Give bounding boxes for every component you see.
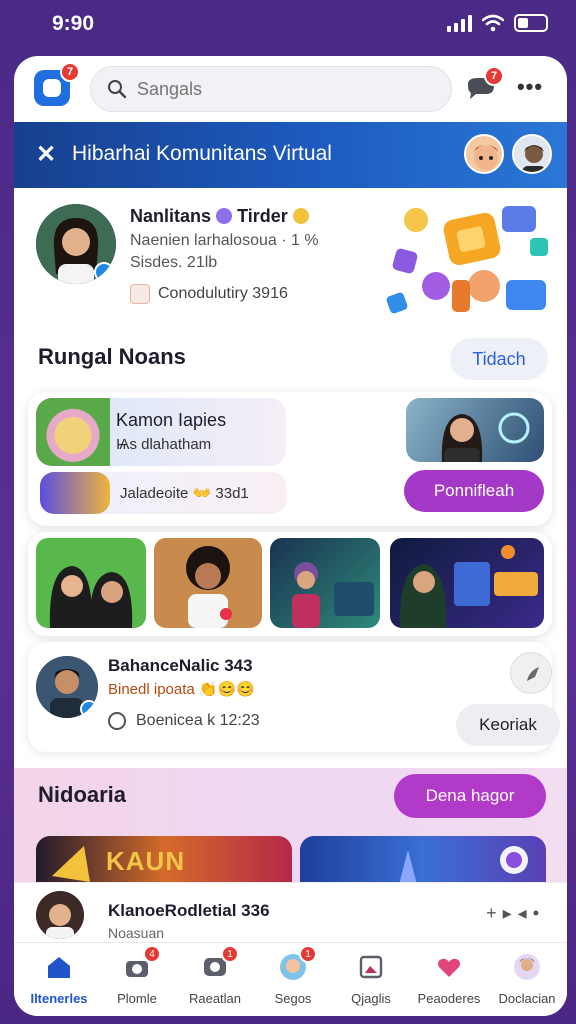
gallery-item[interactable]: [270, 538, 380, 628]
app-window: 7 7 ••• ✕ Hibarhai Komunitans Virtual Na…: [14, 56, 567, 1016]
join-room-button[interactable]: Ponnifleah: [404, 470, 544, 512]
person-photo-icon: [186, 546, 232, 628]
heart-icon: [435, 953, 463, 981]
member-avatar[interactable]: [464, 134, 504, 174]
nav-item-live[interactable]: 1 Raeatlan: [175, 945, 255, 1006]
profile-subtitle: Naenien larhalosoua · 1 %: [130, 232, 319, 249]
gallery-icon: [357, 953, 385, 981]
rooms-panel: Kamon Iapies Ѩs dlahatham Jaladeoite 👐 3…: [28, 392, 552, 526]
online-status-icon: [80, 700, 98, 718]
wifi-icon: [482, 14, 504, 32]
nav-item-camera[interactable]: 4 Plomle: [97, 945, 177, 1006]
search-bar[interactable]: [90, 66, 452, 112]
add-icon[interactable]: +: [486, 903, 503, 923]
status-time: 9:90: [52, 12, 95, 35]
room-thumbnail: [40, 472, 110, 514]
search-input[interactable]: [137, 78, 427, 100]
home-icon: [45, 953, 73, 981]
promo-title: Nidoaria: [38, 782, 127, 807]
person-avatar-icon: [36, 891, 84, 939]
person-photo-icon: [292, 562, 374, 628]
app-logo-button[interactable]: 7: [34, 62, 80, 106]
activity-card[interactable]: BahanceNalic 343 Binedl ipoata 👏😊😊 Boeni…: [28, 642, 560, 752]
friends-photo-icon: [49, 566, 133, 628]
see-all-button[interactable]: Tidach: [450, 338, 548, 380]
nav-badge: 1: [299, 945, 317, 963]
emoji-icon: [292, 208, 309, 224]
rooms-section-title: Rungal Noans: [38, 344, 186, 369]
community-tag: Conodulutiry 3916: [130, 284, 288, 304]
profile-name: Nanlitans Tirder: [130, 206, 309, 227]
activity-title: BahanceNalic 343: [108, 656, 253, 675]
activity-avatar[interactable]: [36, 656, 98, 718]
camera-icon: 4: [123, 945, 161, 981]
battery-icon: [514, 14, 548, 32]
avatar-icon: 1: [279, 945, 317, 981]
mascot-thumbnail: [36, 398, 110, 466]
gallery-item[interactable]: [390, 538, 544, 628]
gift-icon: [130, 284, 150, 304]
status-bar: 9:90: [0, 0, 576, 50]
profile-card[interactable]: Nanlitans Tirder Naenien larhalosoua · 1…: [14, 188, 567, 338]
now-playing-actions[interactable]: +▸◂•: [486, 903, 545, 924]
nav-badge: 1: [221, 945, 239, 963]
search-icon: [108, 80, 127, 99]
signal-icon: [447, 14, 472, 32]
person-video-icon: [441, 412, 530, 462]
room-card[interactable]: Kamon Iapies Ѩs dlahatham: [36, 398, 286, 466]
messages-badge: 7: [484, 66, 504, 86]
activity-time: Boenicea k 12:23: [108, 712, 260, 730]
nav-item-favorites[interactable]: Peaoderes: [409, 953, 489, 1006]
online-status-icon: [94, 262, 114, 282]
crossed-tools-icon: ✕: [36, 141, 57, 168]
messages-button[interactable]: 7: [464, 66, 504, 104]
nav-item-home[interactable]: Iltenerles: [19, 953, 99, 1006]
forward-icon[interactable]: ▸◂: [503, 903, 533, 923]
room-title: Kamon Iapies: [116, 410, 227, 430]
floating-icons-illustration: [386, 206, 548, 314]
activity-subtitle: Binedl ipoata 👏😊😊: [108, 681, 255, 698]
now-playing-subtitle: Noasuan: [108, 925, 165, 941]
cartoon-avatar-icon: [474, 145, 498, 170]
now-playing-title: KlanoeRodletial 336: [108, 901, 270, 920]
activity-action-button[interactable]: Keoriak: [456, 704, 560, 746]
nav-item-gallery[interactable]: Qjaglis: [331, 953, 411, 1006]
play-button[interactable]: [510, 652, 552, 694]
profile-avatar[interactable]: [36, 204, 116, 284]
more-options-button[interactable]: •••: [514, 74, 546, 104]
verified-icon: [216, 208, 233, 224]
app-logo-icon: [43, 79, 61, 97]
media-gallery: [28, 532, 552, 636]
promo-banner-text: KAUN: [106, 846, 186, 876]
top-bar: 7 7 •••: [14, 56, 567, 122]
notification-badge: 7: [60, 62, 80, 82]
room-subtitle: Ѩs dlahatham: [116, 436, 212, 453]
community-banner[interactable]: ✕ Hibarhai Komunitans Virtual: [14, 122, 567, 188]
now-playing-card[interactable]: KlanoeRodletial 336 Noasuan +▸◂•: [14, 882, 567, 942]
profile-stats: Sisdes. 21lb: [130, 254, 218, 271]
room-card-secondary[interactable]: Jaladeoite 👐 33d1: [40, 472, 286, 514]
nav-badge: 4: [143, 945, 161, 963]
status-icons: [447, 14, 548, 32]
person-avatar-icon: [522, 145, 546, 172]
now-playing-avatar[interactable]: [36, 891, 84, 939]
clock-icon: [108, 712, 126, 730]
gallery-item[interactable]: [36, 538, 146, 628]
room-meta: Jaladeoite 👐 33d1: [120, 485, 249, 502]
banner-title: Hibarhai Komunitans Virtual: [72, 142, 332, 165]
more-icon[interactable]: •: [533, 903, 545, 923]
stream-thumbnail-icon: [399, 545, 538, 628]
promo-button[interactable]: Dena hagor: [394, 774, 546, 818]
nav-item-account[interactable]: Doclacian: [487, 953, 567, 1006]
play-icon: [527, 667, 539, 681]
gallery-item[interactable]: [154, 538, 262, 628]
live-icon: 1: [201, 945, 239, 981]
member-avatar[interactable]: [512, 134, 552, 174]
nav-item-profile[interactable]: 1 Segos: [253, 945, 333, 1006]
video-thumbnail[interactable]: [406, 398, 544, 462]
bottom-navigation: Iltenerles 4 Plomle 1 Raeatlan 1 Segos Q…: [14, 942, 567, 1016]
account-avatar-icon: [513, 953, 541, 981]
